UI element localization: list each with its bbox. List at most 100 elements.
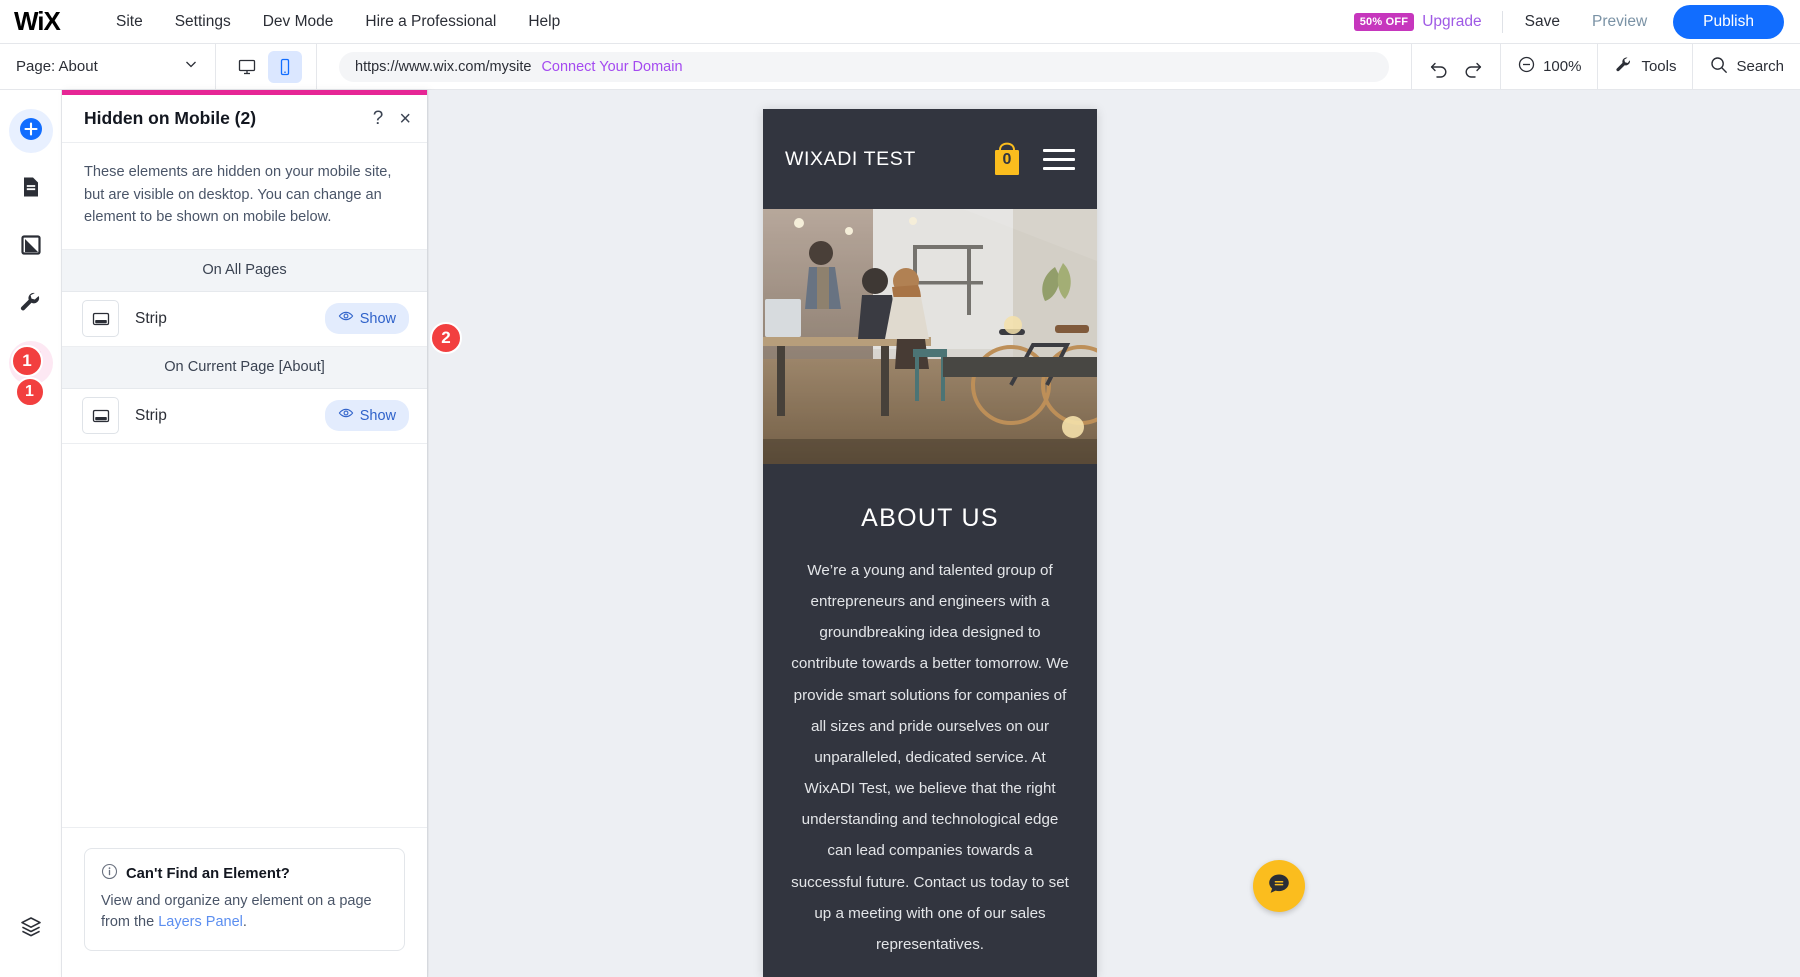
tip-container: Can't Find an Element? View and organize… [62, 827, 427, 977]
divider [1501, 10, 1503, 33]
tools-button[interactable]: Tools [1614, 55, 1676, 79]
layers-icon [19, 915, 43, 944]
menu-hire-a-professional[interactable]: Hire a Professional [349, 7, 512, 37]
site-design-button[interactable] [9, 225, 53, 269]
panel-header-actions: ? × [373, 109, 411, 129]
cart-icon[interactable]: 0 [989, 139, 1025, 179]
coworking-office-photo [763, 209, 1097, 464]
about-title: ABOUT US [861, 504, 999, 532]
zoom-level-label: 100% [1543, 58, 1582, 75]
wix-logo[interactable]: WiX [14, 6, 72, 37]
tools-label: Tools [1641, 58, 1677, 75]
strip-icon [82, 300, 119, 338]
menu-site[interactable]: Site [100, 7, 159, 37]
show-element-button[interactable]: Show [324, 400, 409, 432]
cart-count: 0 [1002, 151, 1012, 168]
hidden-elements-count-badge: 1 [14, 377, 45, 407]
layers-panel-button[interactable] [9, 907, 53, 951]
burger-line [1043, 166, 1075, 170]
hidden-element-label: Strip [135, 406, 167, 424]
zoom-control[interactable]: 100% [1517, 55, 1581, 78]
undo-icon[interactable] [1428, 56, 1450, 78]
show-button-label: Show [359, 407, 396, 424]
help-icon[interactable]: ? [373, 109, 384, 128]
wrench-icon [18, 290, 43, 320]
strip-icon [82, 397, 119, 435]
burger-line [1043, 148, 1075, 152]
site-header: WIXADI TEST 0 [763, 109, 1097, 209]
hidden-on-mobile-panel: Hidden on Mobile (2) ? × These elements … [62, 90, 428, 977]
search-button[interactable]: Search [1709, 55, 1784, 79]
tip-title: Can't Find an Element? [126, 865, 290, 882]
chat-button[interactable] [1253, 860, 1305, 912]
save-button[interactable]: Save [1509, 7, 1576, 37]
menu-settings[interactable]: Settings [159, 7, 247, 37]
main-menu: Site Settings Dev Mode Hire a Profession… [100, 7, 576, 37]
about-section: ABOUT US We’re a young and talented grou… [763, 464, 1097, 977]
mobile-view-button[interactable] [268, 50, 302, 83]
panel-title: Hidden on Mobile (2) [84, 108, 257, 128]
page-icon [19, 175, 43, 204]
zoom-out-icon[interactable] [1517, 55, 1536, 78]
plus-circle-icon [18, 116, 44, 147]
hidden-element-row-all-pages[interactable]: Strip Show [62, 291, 427, 347]
site-url-bar[interactable]: https://www.wix.com/mysite Connect Your … [339, 51, 1389, 82]
pages-menu-button[interactable] [9, 167, 53, 211]
show-element-button[interactable]: Show [324, 303, 409, 335]
panel-description: These elements are hidden on your mobile… [62, 143, 427, 250]
editor-canvas: WIXADI TEST 0 ABOUT US We’re a young and… [429, 90, 1800, 977]
hero-image [763, 209, 1097, 464]
mobile-preview-frame[interactable]: WIXADI TEST 0 ABOUT US We’re a young and… [763, 109, 1097, 977]
redo-icon[interactable] [1462, 56, 1484, 78]
hidden-element-row-current-page[interactable]: Strip Show [62, 388, 427, 444]
history-group [1411, 43, 1500, 90]
menu-help[interactable]: Help [512, 7, 576, 37]
toolbar-right-actions: 100% Tools Search [1411, 43, 1800, 90]
eye-icon [338, 405, 354, 426]
burger-line [1043, 157, 1075, 161]
search-group: Search [1692, 43, 1800, 90]
wrench-icon [1614, 55, 1634, 79]
page-selector-label: Page: About [16, 58, 98, 75]
show-button-label: Show [359, 310, 396, 327]
top-bar-actions: 50% OFF Upgrade Save Preview Publish [1353, 4, 1800, 39]
tools-group: Tools [1597, 43, 1692, 90]
about-body-text: We’re a young and talented group of entr… [791, 562, 1069, 953]
section-heading-all-pages: On All Pages [62, 249, 427, 292]
menu-dev-mode[interactable]: Dev Mode [247, 7, 350, 37]
left-rail: 1 [0, 90, 62, 977]
panel-header: Hidden on Mobile (2) ? × [62, 95, 427, 143]
top-bar: WiX Site Settings Dev Mode Hire a Profes… [0, 0, 1800, 44]
chevron-down-icon [183, 56, 199, 77]
step-marker-1: 1 [11, 345, 43, 377]
tip-text-after: . [242, 914, 247, 931]
layers-panel-link[interactable]: Layers Panel [158, 914, 243, 930]
tip-text: View and organize any element on a page … [101, 891, 388, 935]
step-marker-2: 2 [430, 322, 462, 354]
site-header-actions: 0 [989, 139, 1075, 179]
search-label: Search [1736, 58, 1784, 75]
site-title: WIXADI TEST [785, 147, 916, 170]
eye-icon [338, 308, 354, 329]
info-icon [101, 863, 118, 885]
upgrade-link[interactable]: Upgrade [1422, 13, 1481, 31]
device-switcher [216, 43, 317, 90]
hidden-element-label: Strip [135, 309, 167, 327]
promo-badge: 50% OFF [1353, 12, 1415, 31]
tip-title-row: Can't Find an Element? [101, 863, 388, 885]
preview-button[interactable]: Preview [1576, 7, 1663, 37]
hamburger-icon[interactable] [1043, 148, 1075, 170]
chat-bubble-icon [1266, 871, 1292, 902]
desktop-view-button[interactable] [230, 51, 264, 83]
section-heading-current-page: On Current Page [About] [62, 346, 427, 389]
page-selector[interactable]: Page: About [0, 43, 216, 90]
site-url: https://www.wix.com/mysite [355, 58, 532, 75]
close-icon[interactable]: × [399, 109, 411, 129]
publish-button[interactable]: Publish [1673, 4, 1784, 39]
connect-domain-link[interactable]: Connect Your Domain [541, 59, 682, 75]
app-market-tools-button[interactable] [9, 283, 53, 327]
design-icon [19, 233, 43, 262]
add-elements-button[interactable] [8, 109, 53, 153]
zoom-group: 100% [1500, 43, 1597, 90]
panel-empty-space [62, 443, 427, 828]
